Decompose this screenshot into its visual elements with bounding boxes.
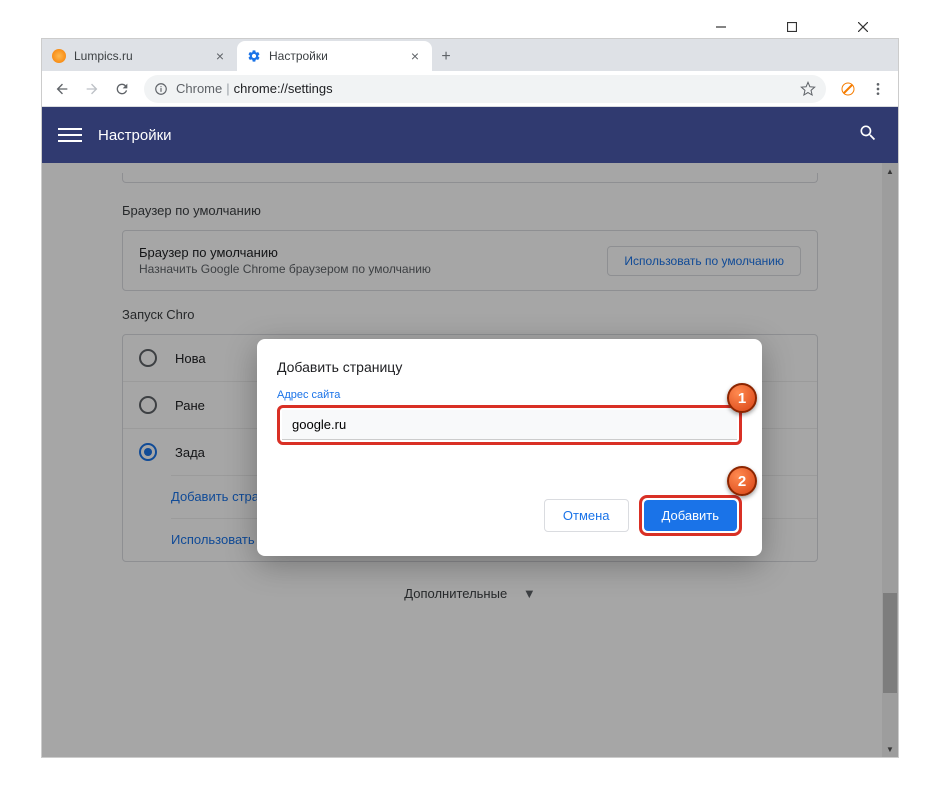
tab-favicon-icon — [52, 49, 66, 63]
search-icon[interactable] — [858, 123, 882, 147]
close-tab-icon[interactable]: × — [213, 49, 227, 63]
star-icon[interactable] — [800, 81, 816, 97]
reload-button[interactable] — [108, 75, 136, 103]
omnibox-path: chrome://settings — [234, 81, 333, 96]
add-page-dialog: Добавить страницу Адрес сайта Отмена Доб… — [257, 339, 762, 556]
url-field-label: Адрес сайта — [277, 389, 742, 401]
titlebar: Lumpics.ru × Настройки × + — [42, 39, 898, 71]
annotation-marker-1: 1 — [727, 383, 757, 413]
annotation-marker-2: 2 — [727, 466, 757, 496]
omnibox-host: Chrome — [176, 81, 222, 96]
tab-title: Настройки — [269, 49, 408, 63]
tab-settings[interactable]: Настройки × — [237, 41, 432, 71]
close-tab-icon[interactable]: × — [408, 49, 422, 63]
tab-favicon-icon — [247, 49, 261, 63]
menu-button[interactable] — [864, 75, 892, 103]
highlight-marker-2: Добавить — [639, 495, 742, 536]
cancel-button[interactable]: Отмена — [544, 499, 629, 532]
tab-title: Lumpics.ru — [74, 49, 213, 63]
omnibox[interactable]: Chrome | chrome://settings — [144, 75, 826, 103]
tab-lumpics[interactable]: Lumpics.ru × — [42, 41, 237, 71]
back-button[interactable] — [48, 75, 76, 103]
new-tab-button[interactable]: + — [432, 43, 460, 71]
add-button[interactable]: Добавить — [644, 500, 737, 531]
dialog-title: Добавить страницу — [277, 359, 742, 375]
page-title: Настройки — [98, 127, 858, 144]
settings-header: Настройки — [42, 107, 898, 163]
site-info-icon[interactable] — [154, 82, 168, 96]
url-input[interactable] — [282, 410, 737, 440]
toolbar: Chrome | chrome://settings — [42, 71, 898, 107]
extension-icon[interactable] — [834, 75, 862, 103]
hamburger-icon[interactable] — [58, 123, 82, 147]
highlight-marker-1 — [277, 405, 742, 445]
browser-window: Lumpics.ru × Настройки × + Chrome | chro… — [41, 38, 899, 758]
forward-button[interactable] — [78, 75, 106, 103]
